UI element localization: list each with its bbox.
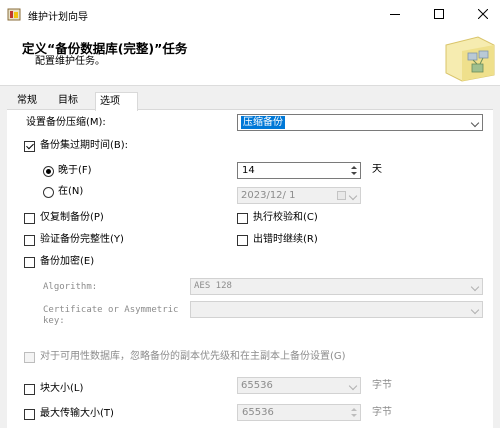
algorithm-value: AES 128 — [194, 281, 232, 291]
compression-value: 压缩备份 — [241, 116, 285, 129]
close-button[interactable] — [466, 0, 500, 28]
verify-checkbox[interactable] — [24, 235, 35, 246]
encrypt-label: 备份加密(E) — [40, 256, 95, 267]
verify-label: 验证备份完整性(Y) — [40, 234, 124, 245]
compression-select[interactable]: 压缩备份 — [237, 114, 483, 131]
on-date-picker[interactable]: 2023/12/ 1 — [237, 187, 361, 204]
tab-general[interactable]: 常规 — [13, 92, 41, 110]
continue-on-error-label: 出错时继续(R) — [253, 234, 318, 245]
block-size-label: 块大小(L) — [40, 383, 84, 394]
minimize-button[interactable] — [378, 0, 412, 28]
page-subtitle: 配置维护任务。 — [35, 56, 105, 67]
after-days-value: 14 — [242, 165, 255, 176]
chevron-down-icon — [470, 282, 480, 292]
on-date-label: 在(N) — [58, 186, 84, 197]
max-transfer-stepper[interactable]: 65536 — [237, 404, 361, 421]
certificate-select[interactable] — [190, 301, 483, 318]
chevron-down-icon — [470, 305, 480, 315]
chevron-down-icon — [470, 118, 480, 128]
chevron-down-icon — [348, 381, 358, 391]
copy-only-label: 仅复制备份(P) — [40, 212, 104, 223]
calendar-icon — [337, 191, 346, 200]
checksum-checkbox[interactable] — [237, 213, 248, 224]
maximize-button[interactable] — [422, 0, 456, 28]
maximize-icon — [434, 9, 444, 19]
stepper-buttons[interactable] — [348, 163, 360, 178]
algorithm-label: Algorithm: — [43, 282, 98, 292]
app-icon — [7, 7, 21, 21]
minimize-icon — [390, 13, 400, 15]
availability-checkbox[interactable] — [24, 352, 35, 363]
window-title: 维护计划向导 — [28, 12, 88, 23]
max-transfer-label: 最大传输大小(T) — [40, 408, 114, 419]
block-size-checkbox[interactable] — [24, 384, 35, 395]
encrypt-checkbox[interactable] — [24, 257, 35, 268]
expire-checkbox[interactable] — [24, 141, 35, 152]
copy-only-checkbox[interactable] — [24, 213, 35, 224]
continue-on-error-checkbox[interactable] — [237, 235, 248, 246]
after-label: 晚于(F) — [58, 165, 92, 176]
compression-label: 设置备份压缩(M): — [26, 117, 106, 128]
tab-options[interactable]: 选项 — [95, 92, 138, 111]
max-transfer-value: 65536 — [242, 407, 274, 418]
availability-label: 对于可用性数据库，忽略备份的副本优先级和在主副本上备份设置(G) — [40, 351, 346, 362]
max-transfer-unit: 字节 — [372, 407, 392, 418]
on-date-radio[interactable] — [43, 187, 54, 198]
after-radio[interactable] — [43, 166, 54, 177]
certificate-label-line2: key: — [43, 316, 65, 326]
block-size-select[interactable]: 65536 — [237, 377, 361, 394]
block-size-unit: 字节 — [372, 380, 392, 391]
max-transfer-checkbox[interactable] — [24, 409, 35, 420]
tab-destination[interactable]: 目标 — [54, 92, 82, 110]
block-size-value: 65536 — [241, 380, 273, 391]
on-date-value: 2023/12/ 1 — [241, 190, 296, 201]
wizard-header-graphic — [438, 31, 498, 83]
after-days-stepper[interactable]: 14 — [237, 162, 361, 179]
close-icon — [478, 9, 488, 19]
expire-label: 备份集过期时间(B): — [40, 140, 129, 151]
checksum-label: 执行校验和(C) — [253, 212, 318, 223]
stepper-buttons[interactable] — [348, 405, 360, 420]
algorithm-select[interactable]: AES 128 — [190, 278, 483, 295]
after-unit: 天 — [372, 164, 382, 175]
chevron-down-icon — [348, 191, 358, 201]
